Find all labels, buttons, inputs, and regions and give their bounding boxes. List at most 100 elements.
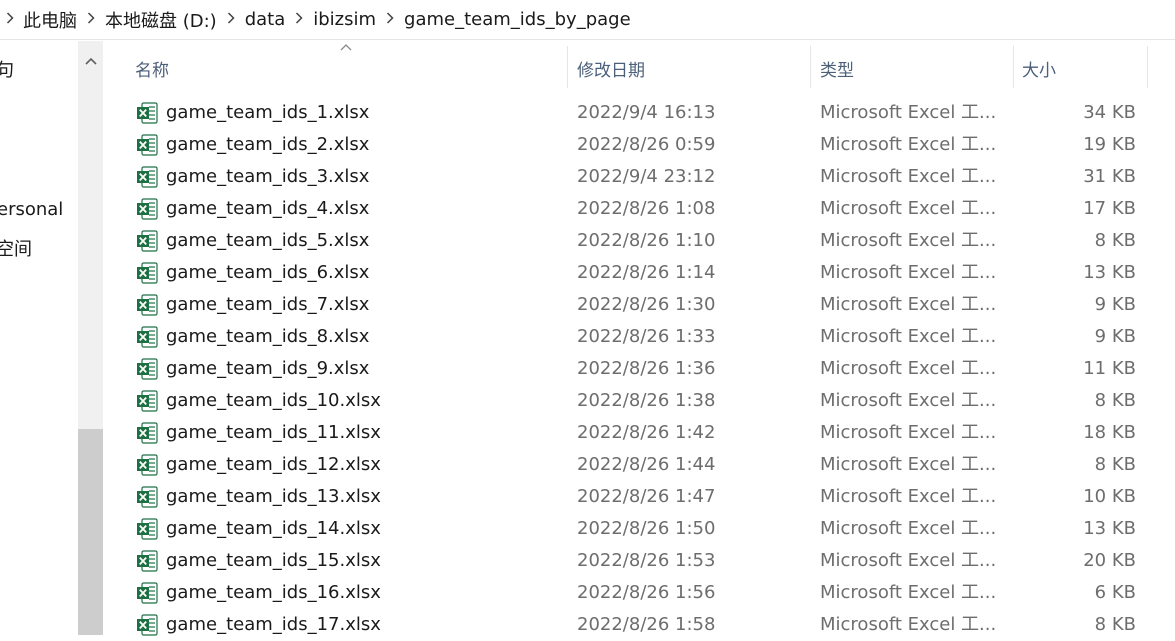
breadcrumb-ibizsim[interactable]: ibizsim (310, 9, 379, 30)
file-modified-date: 2022/8/26 1:53 (577, 550, 716, 571)
breadcrumb-current-folder[interactable]: game_team_ids_by_page (401, 9, 634, 30)
column-header-name-label: 名称 (135, 60, 169, 81)
file-name: game_team_ids_13.xlsx (166, 486, 381, 507)
file-type: Microsoft Excel 工... (820, 390, 997, 411)
excel-file-icon (137, 422, 158, 444)
file-type: Microsoft Excel 工... (820, 422, 997, 443)
file-row[interactable]: game_team_ids_2.xlsx 2022/8/26 0:59 Micr… (125, 129, 1150, 161)
column-header-name[interactable]: 名称 (135, 44, 565, 92)
column-header-type-label: 类型 (820, 60, 854, 81)
chevron-right-icon[interactable] (288, 11, 310, 28)
file-row[interactable]: game_team_ids_7.xlsx 2022/8/26 1:30 Micr… (125, 289, 1150, 321)
file-name: game_team_ids_14.xlsx (166, 518, 381, 539)
file-row[interactable]: game_team_ids_3.xlsx 2022/9/4 23:12 Micr… (125, 161, 1150, 193)
file-size: 9 KB (1094, 294, 1136, 315)
chevron-right-icon[interactable] (0, 11, 20, 28)
file-size: 9 KB (1094, 326, 1136, 347)
file-row[interactable]: game_team_ids_11.xlsx 2022/8/26 1:42 Mic… (125, 417, 1150, 449)
breadcrumb-this-pc[interactable]: 此电脑 (20, 7, 80, 33)
file-type: Microsoft Excel 工... (820, 102, 997, 123)
file-size: 8 KB (1094, 454, 1136, 475)
scrollbar-thumb[interactable] (78, 429, 103, 635)
file-modified-date: 2022/8/26 1:30 (577, 294, 716, 315)
excel-file-icon (137, 294, 158, 316)
file-row[interactable]: game_team_ids_12.xlsx 2022/8/26 1:44 Mic… (125, 449, 1150, 481)
file-name: game_team_ids_7.xlsx (166, 294, 370, 315)
file-size: 8 KB (1094, 390, 1136, 411)
file-type: Microsoft Excel 工... (820, 518, 997, 539)
column-header-size[interactable]: 大小 (1022, 44, 1142, 92)
file-size: 11 KB (1083, 358, 1136, 379)
excel-file-icon (137, 582, 158, 604)
file-type: Microsoft Excel 工... (820, 262, 997, 283)
file-name: game_team_ids_8.xlsx (166, 326, 370, 347)
chevron-right-icon[interactable] (80, 11, 102, 28)
file-row[interactable]: game_team_ids_16.xlsx 2022/8/26 1:56 Mic… (125, 577, 1150, 609)
file-modified-date: 2022/8/26 1:42 (577, 422, 716, 443)
file-type: Microsoft Excel 工... (820, 230, 997, 251)
file-type: Microsoft Excel 工... (820, 614, 997, 635)
file-modified-date: 2022/8/26 1:10 (577, 230, 716, 251)
breadcrumb-local-disk[interactable]: 本地磁盘 (D:) (102, 7, 220, 33)
column-header-date[interactable]: 修改日期 (577, 44, 807, 92)
scroll-up-icon[interactable] (78, 41, 103, 81)
file-row[interactable]: game_team_ids_9.xlsx 2022/8/26 1:36 Micr… (125, 353, 1150, 385)
file-name: game_team_ids_15.xlsx (166, 550, 381, 571)
nav-item-personal[interactable]: ersonal (0, 199, 63, 220)
excel-file-icon (137, 390, 158, 412)
file-row[interactable]: game_team_ids_5.xlsx 2022/8/26 1:10 Micr… (125, 225, 1150, 257)
column-divider[interactable] (810, 46, 811, 88)
file-row[interactable]: game_team_ids_4.xlsx 2022/8/26 1:08 Micr… (125, 193, 1150, 225)
file-name: game_team_ids_2.xlsx (166, 134, 370, 155)
chevron-right-icon[interactable] (220, 11, 242, 28)
nav-item-space[interactable]: 空间 (0, 235, 32, 261)
file-row[interactable]: game_team_ids_6.xlsx 2022/8/26 1:14 Micr… (125, 257, 1150, 289)
file-modified-date: 2022/8/26 0:59 (577, 134, 716, 155)
nav-item-partial-1[interactable]: 句 (0, 56, 14, 82)
file-name: game_team_ids_10.xlsx (166, 390, 381, 411)
file-size: 19 KB (1083, 134, 1136, 155)
chevron-right-icon[interactable] (379, 11, 401, 28)
file-row[interactable]: game_team_ids_10.xlsx 2022/8/26 1:38 Mic… (125, 385, 1150, 417)
file-name: game_team_ids_4.xlsx (166, 198, 370, 219)
file-type: Microsoft Excel 工... (820, 582, 997, 603)
breadcrumb: 此电脑 本地磁盘 (D:) data ibizsim game_team_ids… (0, 0, 1175, 40)
file-row[interactable]: game_team_ids_14.xlsx 2022/8/26 1:50 Mic… (125, 513, 1150, 545)
file-modified-date: 2022/8/26 1:47 (577, 486, 716, 507)
column-divider[interactable] (1147, 46, 1148, 88)
excel-file-icon (137, 102, 158, 124)
file-size: 10 KB (1083, 486, 1136, 507)
file-size: 18 KB (1083, 422, 1136, 443)
file-modified-date: 2022/8/26 1:36 (577, 358, 716, 379)
file-name: game_team_ids_11.xlsx (166, 422, 381, 443)
file-name: game_team_ids_9.xlsx (166, 358, 370, 379)
excel-file-icon (137, 358, 158, 380)
file-row[interactable]: game_team_ids_15.xlsx 2022/8/26 1:53 Mic… (125, 545, 1150, 577)
file-name: game_team_ids_1.xlsx (166, 102, 370, 123)
file-row[interactable]: game_team_ids_13.xlsx 2022/8/26 1:47 Mic… (125, 481, 1150, 513)
file-row[interactable]: game_team_ids_1.xlsx 2022/9/4 16:13 Micr… (125, 97, 1150, 129)
file-size: 13 KB (1083, 518, 1136, 539)
excel-file-icon (137, 230, 158, 252)
file-type: Microsoft Excel 工... (820, 294, 997, 315)
column-header-date-label: 修改日期 (577, 60, 645, 81)
breadcrumb-data[interactable]: data (242, 9, 289, 30)
column-header-type[interactable]: 类型 (820, 44, 1010, 92)
file-row[interactable]: game_team_ids_8.xlsx 2022/8/26 1:33 Micr… (125, 321, 1150, 353)
nav-scrollbar[interactable] (78, 41, 103, 635)
file-row[interactable]: game_team_ids_17.xlsx 2022/8/26 1:58 Mic… (125, 609, 1150, 641)
column-divider[interactable] (1013, 46, 1014, 88)
file-modified-date: 2022/8/26 1:44 (577, 454, 716, 475)
column-divider[interactable] (567, 46, 568, 88)
file-size: 31 KB (1083, 166, 1136, 187)
file-name: game_team_ids_3.xlsx (166, 166, 370, 187)
file-type: Microsoft Excel 工... (820, 198, 997, 219)
file-size: 34 KB (1083, 102, 1136, 123)
file-type: Microsoft Excel 工... (820, 454, 997, 475)
file-modified-date: 2022/8/26 1:56 (577, 582, 716, 603)
file-modified-date: 2022/9/4 16:13 (577, 102, 716, 123)
file-modified-date: 2022/8/26 1:38 (577, 390, 716, 411)
excel-file-icon (137, 166, 158, 188)
file-name: game_team_ids_16.xlsx (166, 582, 381, 603)
file-type: Microsoft Excel 工... (820, 486, 997, 507)
